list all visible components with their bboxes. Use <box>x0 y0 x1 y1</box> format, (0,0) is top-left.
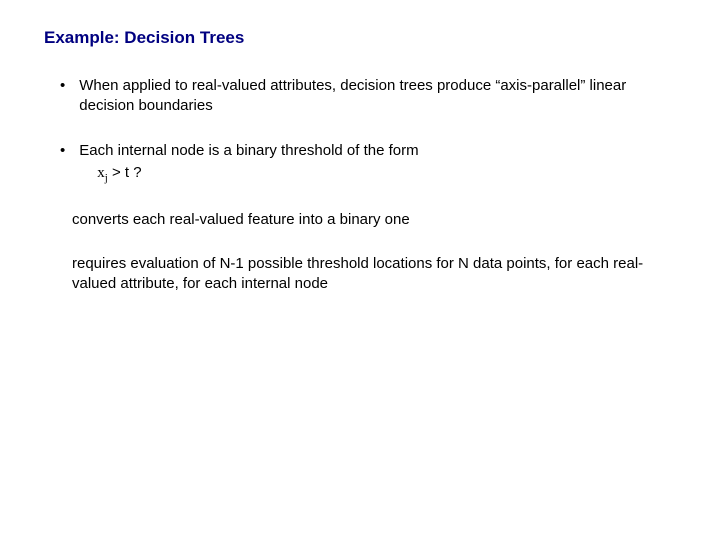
bullet-marker: • <box>60 141 65 186</box>
slide-title: Example: Decision Trees <box>44 28 680 48</box>
bullet-item: • When applied to real-valued attributes… <box>40 76 680 117</box>
bullet-text-line: Each internal node is a binary threshold… <box>79 142 418 159</box>
threshold-formula: xj > t ? <box>79 163 680 186</box>
bullet-text: Each internal node is a binary threshold… <box>79 141 680 186</box>
bullet-item: • Each internal node is a binary thresho… <box>40 141 680 186</box>
paragraph: requires evaluation of N-1 possible thre… <box>40 254 680 295</box>
formula-rest: > t ? <box>108 164 142 181</box>
paragraph: converts each real-valued feature into a… <box>40 210 680 230</box>
bullet-text: When applied to real-valued attributes, … <box>79 76 680 117</box>
formula-var: x <box>97 165 105 181</box>
bullet-marker: • <box>60 76 65 117</box>
